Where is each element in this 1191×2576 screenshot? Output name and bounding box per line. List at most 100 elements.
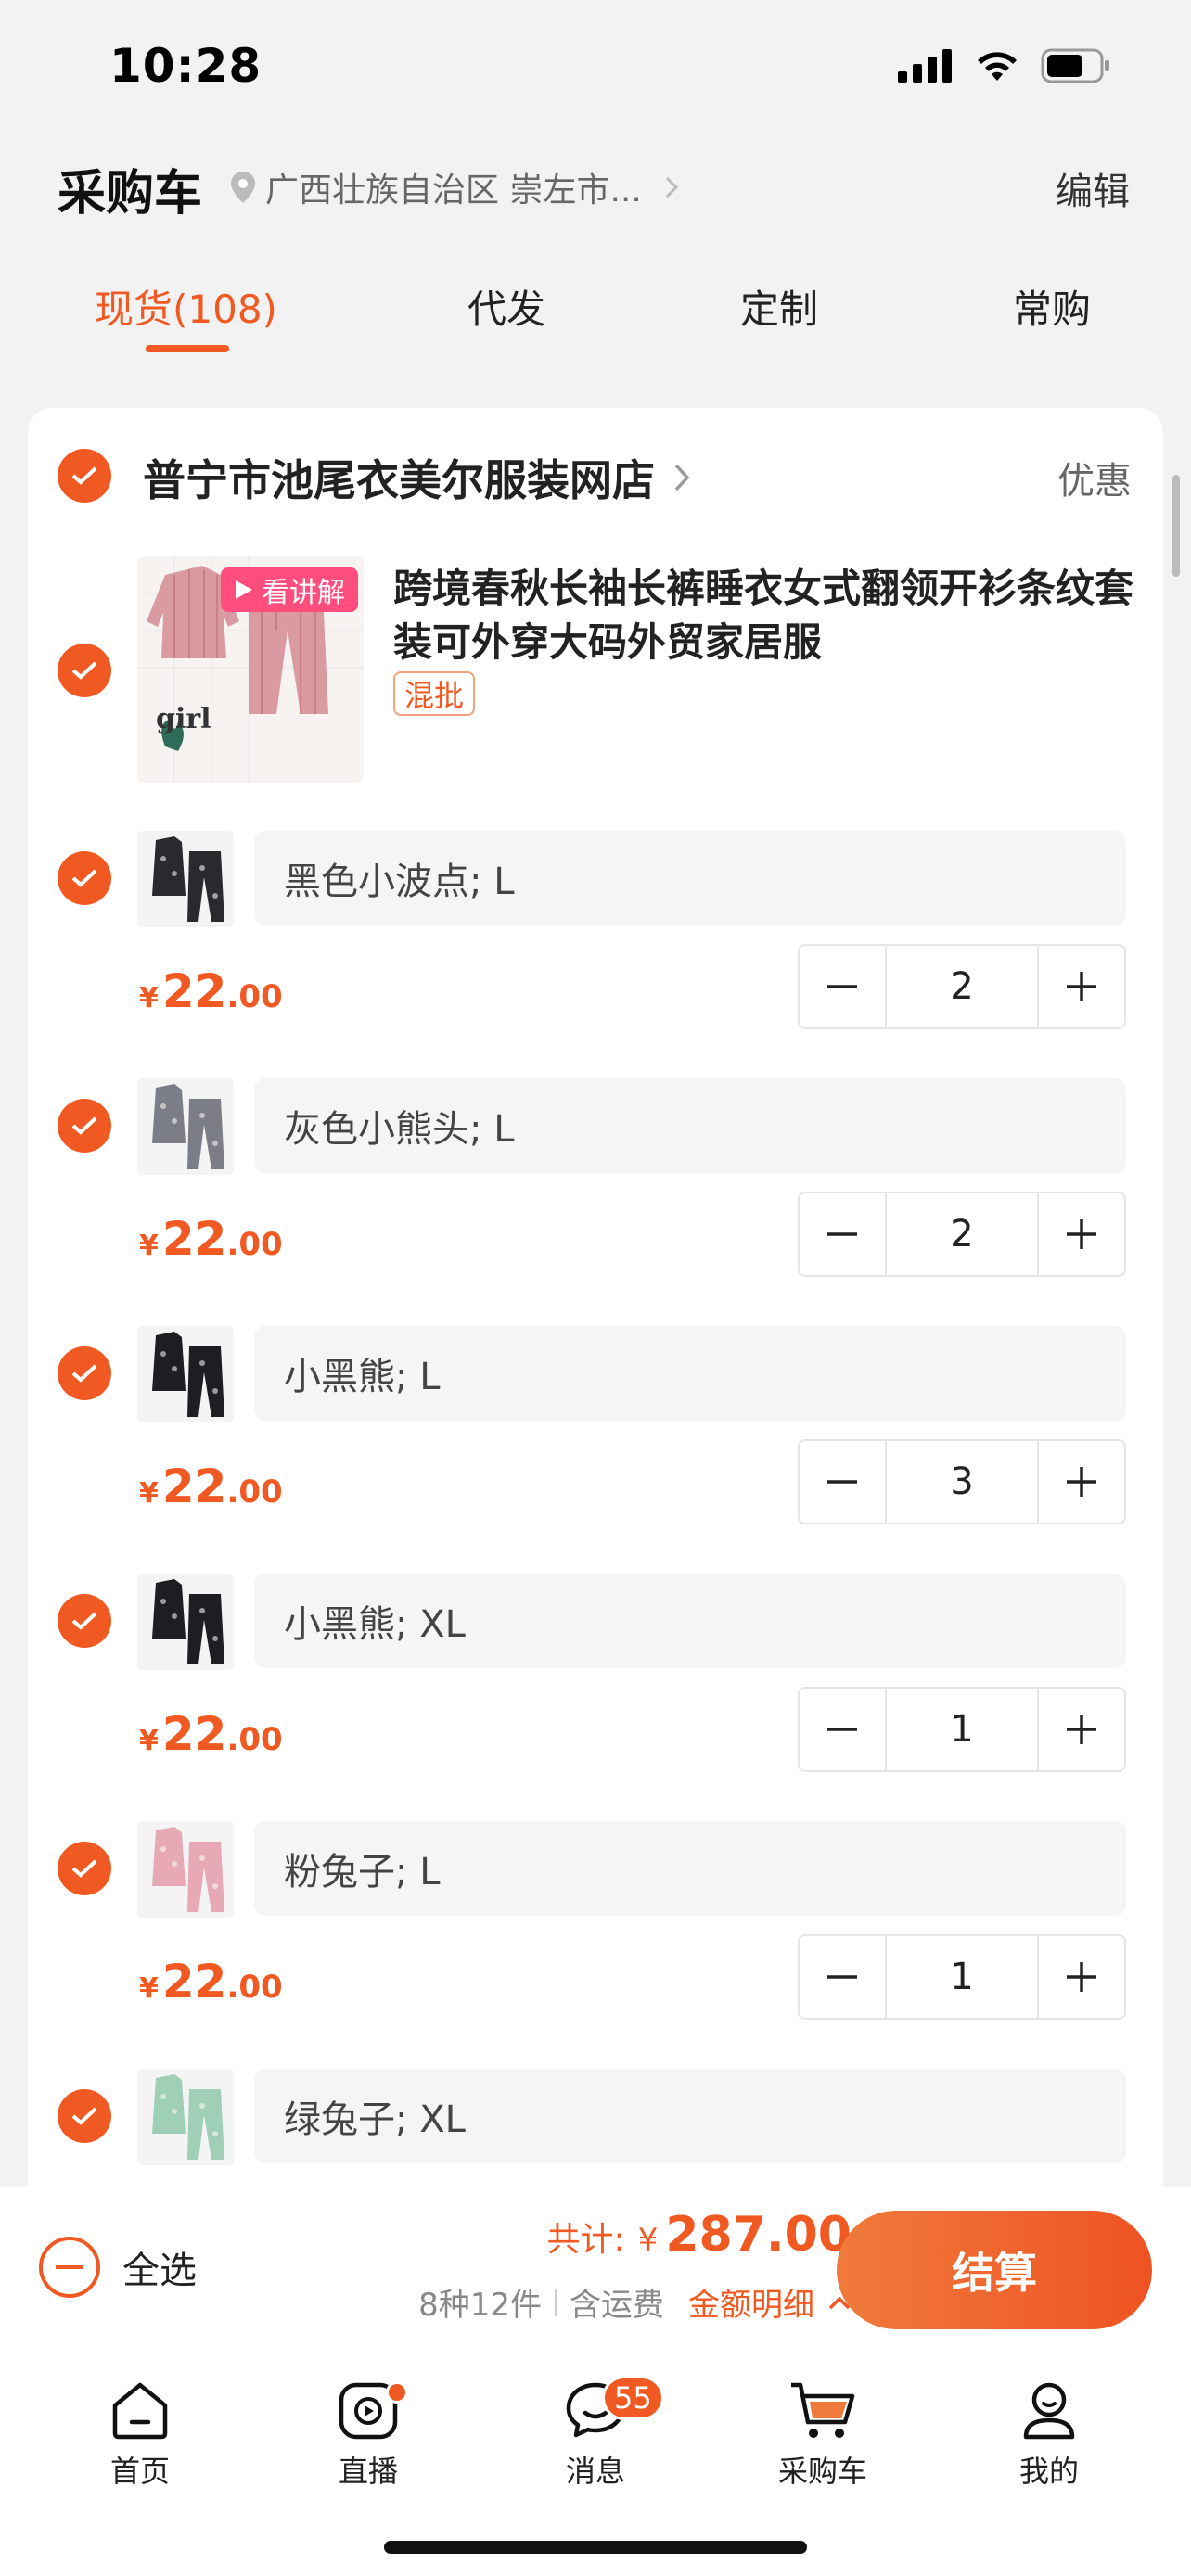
sku-spec-selector[interactable]: 粉兔子; L xyxy=(254,1821,1126,1916)
mixed-batch-tag: 混批 xyxy=(393,671,476,716)
minus-icon xyxy=(827,1975,857,1979)
increase-button[interactable] xyxy=(1039,1936,1124,2018)
sku-price: ¥ 22 .00 xyxy=(139,1955,283,2009)
price-integer: 22 xyxy=(161,1460,227,1513)
nav-home[interactable]: 首页 xyxy=(70,2378,210,2491)
signal-icon xyxy=(898,49,952,83)
message-count-badge: 55 xyxy=(602,2376,664,2420)
increase-button[interactable] xyxy=(1039,946,1124,1027)
price-decimal: .00 xyxy=(226,1969,283,2006)
scrollbar[interactable] xyxy=(1172,475,1180,577)
minus-icon xyxy=(827,1232,857,1236)
edit-button[interactable]: 编辑 xyxy=(1056,161,1130,215)
coupon-button[interactable]: 优惠 xyxy=(1057,451,1132,504)
nav-profile[interactable]: 我的 xyxy=(980,2378,1119,2491)
product-checkbox[interactable] xyxy=(58,644,111,697)
shop-card: 普宁市池尾衣美尔服装网店 优惠 girl 看讲解 跨境春秋长袖长裤睡衣女式翻领开… xyxy=(28,408,1163,2263)
sku-checkbox[interactable] xyxy=(58,1099,111,1153)
nav-messages[interactable]: 55 消息 xyxy=(526,2376,665,2491)
shop-name[interactable]: 普宁市池尾衣美尔服装网店 xyxy=(143,447,692,508)
decrease-button[interactable] xyxy=(800,1936,885,2018)
home-indicator xyxy=(384,2541,807,2554)
total-price: 共计: ¥ 287.00 xyxy=(547,2207,852,2263)
quantity-stepper: 1 xyxy=(798,1687,1126,1772)
sku-pajama-image xyxy=(137,1078,234,1175)
sku-checkbox[interactable] xyxy=(58,2089,111,2143)
quantity-value[interactable]: 3 xyxy=(885,1441,1039,1523)
checkmark-icon xyxy=(71,661,97,680)
sku-price: ¥ 22 .00 xyxy=(139,1460,283,1513)
price-currency: ¥ xyxy=(139,1230,159,1262)
divider xyxy=(555,2288,557,2316)
sku-thumbnail[interactable] xyxy=(137,2069,234,2165)
sku-checkbox[interactable] xyxy=(58,1842,111,1895)
watch-explain-badge[interactable]: 看讲解 xyxy=(221,567,358,612)
price-currency: ¥ xyxy=(139,1972,159,2005)
sku-checkbox[interactable] xyxy=(58,851,111,905)
checkmark-icon xyxy=(71,1116,97,1135)
minus-icon xyxy=(827,1480,857,1484)
select-all-label: 全选 xyxy=(122,2250,197,2292)
price-integer: 22 xyxy=(161,964,227,1018)
tab-bar: 现货(108) 代发 定制 常购 xyxy=(0,265,1191,367)
sku-thumbnail[interactable] xyxy=(137,1078,234,1175)
increase-button[interactable] xyxy=(1039,1193,1124,1275)
quantity-stepper: 3 xyxy=(798,1439,1126,1524)
sku-thumbnail[interactable] xyxy=(137,1326,234,1422)
sku-spec-selector[interactable]: 黑色小波点; L xyxy=(254,831,1126,925)
decrease-button[interactable] xyxy=(800,946,885,1027)
sku-spec-selector[interactable]: 绿兔子; XL xyxy=(254,2069,1126,2163)
nav-cart[interactable]: 采购车 xyxy=(753,2378,892,2491)
amount-detail-button[interactable]: 金额明细 xyxy=(688,2279,852,2325)
product-image[interactable]: girl 看讲解 xyxy=(137,556,364,783)
status-bar: 10:28 xyxy=(0,0,1191,130)
sku-thumbnail[interactable] xyxy=(137,1821,234,1918)
tab-custom[interactable]: 定制 xyxy=(740,278,818,335)
status-icons xyxy=(898,48,1111,83)
plus-icon xyxy=(1067,1219,1096,1249)
sku-price: ¥ 22 .00 xyxy=(139,964,283,1018)
increase-button[interactable] xyxy=(1039,1689,1124,1770)
tab-dropship[interactable]: 代发 xyxy=(467,278,545,335)
location-selector[interactable]: 广西壮族自治区 崇左市... xyxy=(228,163,681,211)
select-all-toggle[interactable]: 全选 xyxy=(37,2235,197,2300)
sku-spec-selector[interactable]: 小黑熊; XL xyxy=(254,1574,1126,1668)
sku-spec-selector[interactable]: 灰色小熊头; L xyxy=(254,1078,1126,1173)
sku-pajama-image xyxy=(137,2069,234,2165)
product-title[interactable]: 跨境春秋长袖长裤睡衣女式翻领开衫条纹套装可外穿大码外贸家居服 xyxy=(393,562,1135,670)
checkout-button[interactable]: 结算 xyxy=(837,2211,1152,2329)
bottom-panel: 全选 共计: ¥ 287.00 8种12件 含运费 金额明细 结算 首页 直播 … xyxy=(0,2187,1191,2576)
sku-checkbox[interactable] xyxy=(58,1346,111,1400)
sku-thumbnail[interactable] xyxy=(137,1574,234,1670)
decrease-button[interactable] xyxy=(800,1441,885,1523)
total-amount: 287.00 xyxy=(665,2207,852,2263)
quantity-value[interactable]: 1 xyxy=(885,1936,1039,2018)
sku-pajama-image xyxy=(137,1821,234,1918)
checkmark-icon xyxy=(71,869,97,887)
quantity-value[interactable]: 2 xyxy=(885,946,1039,1027)
price-decimal: .00 xyxy=(226,978,283,1015)
tab-in-stock[interactable]: 现货(108) xyxy=(95,278,277,335)
tab-frequent[interactable]: 常购 xyxy=(1013,278,1091,335)
nav-cart-label: 采购车 xyxy=(777,2454,867,2489)
shop-name-text: 普宁市池尾衣美尔服装网店 xyxy=(143,455,655,505)
shop-checkbox[interactable] xyxy=(58,449,111,503)
decrease-button[interactable] xyxy=(800,1193,885,1275)
nav-live[interactable]: 直播 xyxy=(299,2378,438,2491)
checkmark-icon xyxy=(71,1364,97,1383)
quantity-stepper: 2 xyxy=(798,1192,1126,1277)
sku-thumbnail[interactable] xyxy=(137,831,234,927)
quantity-value[interactable]: 1 xyxy=(885,1689,1039,1770)
quantity-value[interactable]: 2 xyxy=(885,1193,1039,1275)
checkmark-icon xyxy=(71,1859,97,1878)
shipping-note: 含运费 xyxy=(570,2287,664,2324)
checkmark-icon xyxy=(71,1612,97,1630)
amount-detail-label: 金额明细 xyxy=(688,2287,814,2324)
sku-spec-selector[interactable]: 小黑熊; L xyxy=(254,1326,1126,1421)
price-currency: ¥ xyxy=(139,1477,159,1510)
decrease-button[interactable] xyxy=(800,1689,885,1770)
increase-button[interactable] xyxy=(1039,1441,1124,1523)
sku-checkbox[interactable] xyxy=(58,1594,111,1648)
plus-icon xyxy=(1067,1467,1096,1497)
location-text: 广西壮族自治区 崇左市... xyxy=(265,172,642,210)
